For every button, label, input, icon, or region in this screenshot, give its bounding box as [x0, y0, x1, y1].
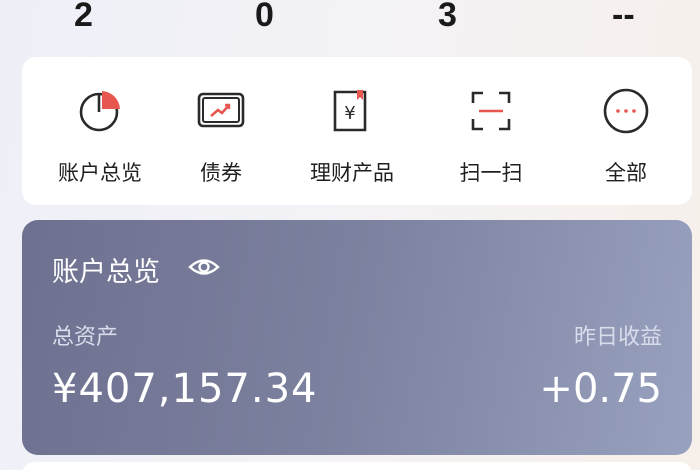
pie-chart-icon	[72, 83, 128, 139]
next-card-edge	[22, 462, 692, 470]
yesterday-income-value: +0.75	[539, 366, 662, 412]
shortcut-label: 理财产品	[310, 161, 394, 185]
total-assets-label: 总资产	[52, 325, 119, 350]
yesterday-income-label: 昨日收益	[573, 325, 662, 350]
svg-text:¥: ¥	[344, 103, 355, 124]
stat-value-3: 3	[438, 0, 457, 34]
scan-icon	[463, 83, 519, 139]
shortcut-label: 债券	[200, 161, 242, 185]
more-icon	[598, 83, 654, 139]
total-assets-value: ¥407,157.34	[52, 366, 318, 412]
stats-row: 2 0 3 --	[0, 0, 700, 40]
stat-value-2: 0	[255, 0, 274, 34]
stat-value-1: 2	[74, 0, 93, 34]
bond-ticket-icon	[193, 83, 249, 139]
eye-icon[interactable]	[187, 252, 221, 282]
wealth-product-icon: ¥	[324, 83, 380, 139]
shortcut-card: 账户总览 债券 ¥ 理财产品 扫一扫 全部	[22, 57, 692, 205]
stat-value-4: --	[612, 0, 635, 34]
shortcut-account-overview[interactable]: 账户总览	[35, 83, 165, 203]
shortcut-scan[interactable]: 扫一扫	[426, 83, 556, 203]
shortcut-label: 扫一扫	[459, 161, 523, 185]
shortcut-label: 账户总览	[58, 161, 142, 185]
shortcut-wealth-products[interactable]: ¥ 理财产品	[287, 83, 417, 203]
shortcut-bonds[interactable]: 债券	[156, 83, 286, 203]
shortcut-all[interactable]: 全部	[561, 83, 691, 203]
account-card-title: 账户总览	[52, 257, 160, 288]
account-overview-card[interactable]: 账户总览 总资产 昨日收益 ¥407,157.34 +0.75	[22, 220, 692, 455]
shortcut-label: 全部	[605, 161, 647, 185]
